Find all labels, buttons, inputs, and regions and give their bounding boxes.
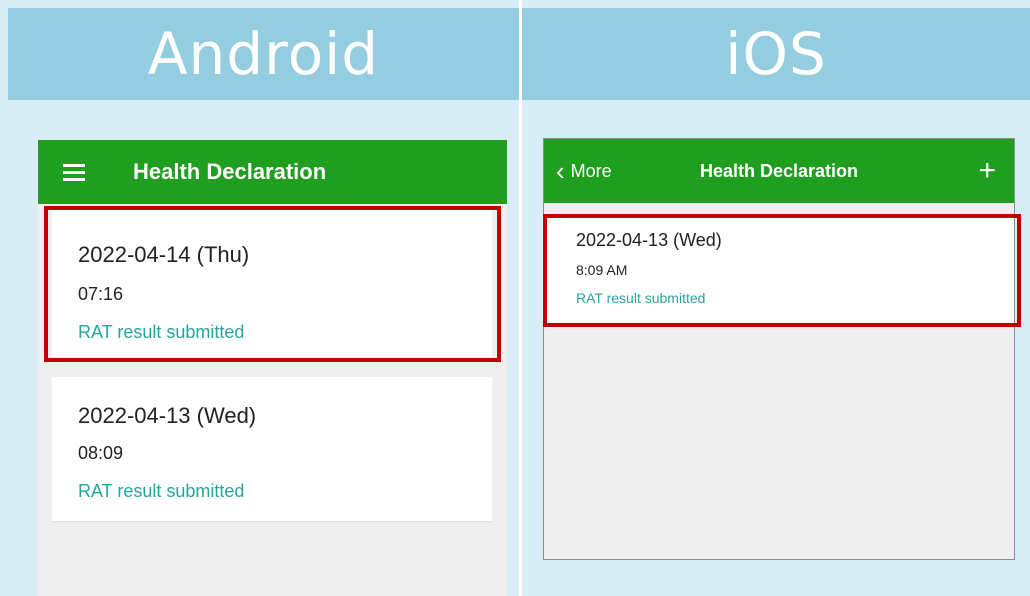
android-record-card[interactable]: 2022-04-13 (Wed) 08:09 RAT result submit… [52,377,492,522]
android-header: Android [8,8,519,100]
record-time: 08:09 [78,443,124,463]
ios-nav-bar: Health Declaration ‹ More + [544,139,1014,203]
android-header-title: Android [147,20,380,88]
record-status: RAT result submitted [78,481,245,501]
android-app-title: Health Declaration [133,159,327,184]
android-highlight-box [44,206,501,362]
ios-highlight-box [543,214,1021,327]
ios-header-title: iOS [725,20,827,88]
ios-header: iOS [522,8,1030,100]
hamburger-menu-icon[interactable] [63,164,85,181]
android-app-bar: Health Declaration [38,140,507,204]
ios-app-title: Health Declaration [699,161,859,181]
record-date: 2022-04-13 (Wed) [78,403,257,428]
ios-screen: Health Declaration ‹ More + 2022-04-13 (… [543,138,1015,560]
chevron-left-icon: ‹ [556,156,565,186]
ios-back-button[interactable]: ‹ More [556,139,612,203]
ios-back-label: More [570,161,612,181]
add-icon[interactable]: + [978,139,996,203]
